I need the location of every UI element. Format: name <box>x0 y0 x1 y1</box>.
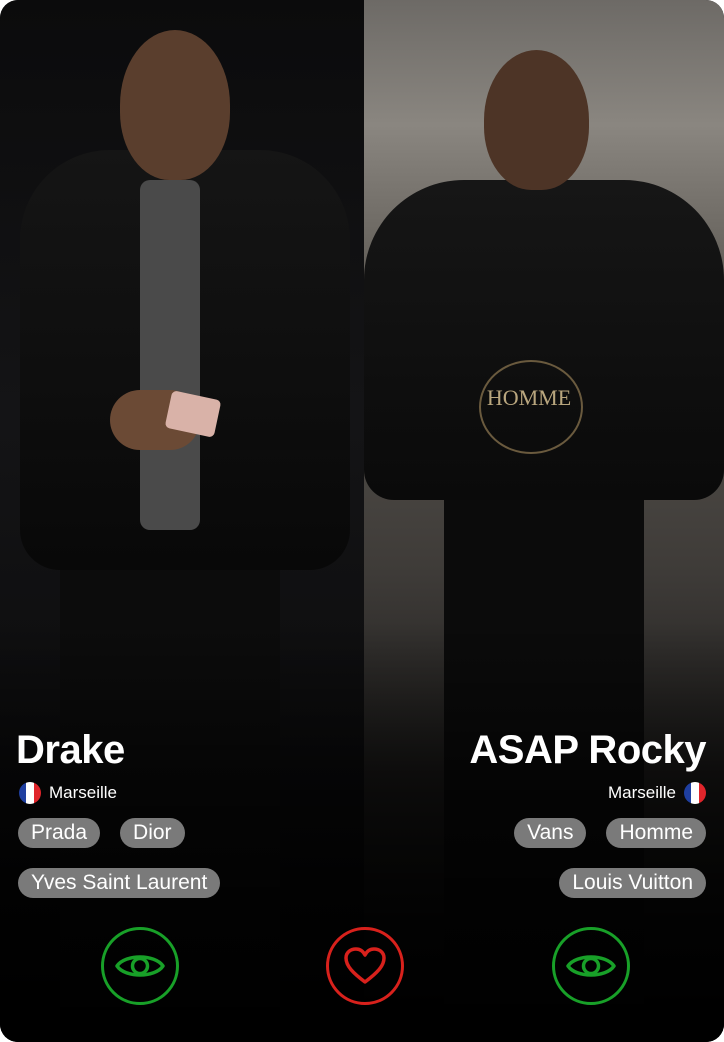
brand-tags-left: Prada Dior Yves Saint Laurent <box>18 818 268 898</box>
brand-tags-right: Vans Homme Louis Vuitton <box>446 818 706 898</box>
eye-icon <box>115 955 165 977</box>
view-left-button[interactable] <box>101 927 179 1005</box>
brand-tag[interactable]: Yves Saint Laurent <box>18 868 221 898</box>
brand-tag[interactable]: Prada <box>18 818 101 848</box>
profile-name-right: ASAP Rocky <box>469 728 706 772</box>
comparison-card: HOMME Drake Marseille Prada Dior Yves Sa… <box>0 0 724 1042</box>
eye-icon <box>566 955 616 977</box>
brand-tag[interactable]: Louis Vuitton <box>559 868 706 898</box>
photo-detail <box>484 50 589 190</box>
profile-location-right: Marseille <box>608 782 706 804</box>
brand-tag[interactable]: Vans <box>514 818 587 848</box>
brand-tag[interactable]: Dior <box>120 818 185 848</box>
profile-location-left: Marseille <box>19 782 117 804</box>
view-right-button[interactable] <box>552 927 630 1005</box>
profile-name-left: Drake <box>16 728 125 772</box>
photo-detail <box>120 30 230 180</box>
heart-icon <box>344 947 386 984</box>
france-flag-icon <box>19 782 41 804</box>
location-label: Marseille <box>49 783 118 802</box>
shirt-print: HOMME <box>486 385 572 410</box>
brand-tag[interactable]: Homme <box>606 818 706 848</box>
like-button[interactable] <box>326 927 404 1005</box>
photo-detail <box>140 180 200 530</box>
location-label: Marseille <box>607 783 676 802</box>
france-flag-icon <box>684 782 706 804</box>
